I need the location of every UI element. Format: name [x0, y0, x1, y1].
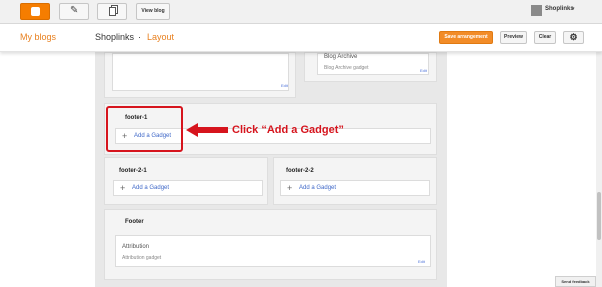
breadcrumb-separator: · [138, 32, 141, 42]
main-section: Edit [104, 52, 296, 98]
chevron-down-icon[interactable]: ▾ [572, 6, 575, 12]
attribution-gadget[interactable]: Attribution Attribution gadget Edit [115, 235, 431, 267]
blog-name: Shoplinks [95, 32, 135, 42]
gadget-type: Attribution gadget [122, 255, 162, 261]
blog-archive-gadget[interactable]: Blog Archive Blog Archive gadget Edit [317, 53, 429, 75]
scrollbar-thumb[interactable] [597, 192, 601, 240]
page-header: My blogs Shoplinks · Layout Save arrange… [0, 24, 602, 52]
top-bar: ✎ View blog Shoplinks ▾ [0, 0, 602, 24]
section-title: footer-2-1 [119, 168, 147, 174]
highlight-box [106, 106, 183, 152]
send-feedback-button[interactable]: Send feedback [555, 276, 596, 287]
blogger-logo-button[interactable] [20, 3, 50, 20]
edit-link[interactable]: Edit [418, 259, 425, 264]
footer-2-2-section: footer-2-2 + Add a Gadget [273, 157, 437, 205]
pencil-icon: ✎ [70, 5, 79, 16]
scrollbar[interactable] [596, 52, 602, 287]
add-gadget-button[interactable]: + Add a Gadget [113, 180, 263, 196]
add-gadget-label[interactable]: Add a Gadget [132, 185, 169, 191]
add-gadget-button[interactable]: + Add a Gadget [280, 180, 430, 196]
gadget-name: Attribution [122, 244, 150, 250]
save-arrangement-button[interactable]: Save arrangement [439, 31, 493, 44]
gadget-card[interactable]: Edit [112, 53, 289, 91]
view-blog-button[interactable]: View blog [136, 3, 170, 20]
pages-button[interactable] [97, 3, 127, 20]
avatar[interactable] [531, 5, 542, 16]
section-title: footer-2-2 [286, 168, 314, 174]
gadget-name: Blog Archive [324, 54, 358, 60]
footer-2-1-section: footer-2-1 + Add a Gadget [104, 157, 268, 205]
page-title: Layout [147, 32, 175, 42]
clear-button[interactable]: Clear [534, 31, 556, 44]
user-name[interactable]: Shoplinks [545, 6, 574, 12]
edit-link[interactable]: Edit [420, 68, 427, 73]
pages-icon-front [109, 7, 116, 16]
new-post-button[interactable]: ✎ [59, 3, 89, 20]
plus-icon: + [287, 183, 293, 193]
callout-text: Click “Add a Gadget” [232, 124, 344, 136]
add-gadget-label[interactable]: Add a Gadget [299, 185, 336, 191]
arrow-icon [186, 123, 228, 137]
gadget-type: Blog Archive gadget [324, 65, 369, 71]
preview-button[interactable]: Preview [500, 31, 527, 44]
plus-icon: + [120, 183, 126, 193]
my-blogs-link[interactable]: My blogs [20, 32, 56, 42]
section-title: Footer [125, 219, 144, 225]
gear-icon[interactable]: ⚙ [563, 31, 584, 44]
footer-section: Footer Attribution Attribution gadget Ed… [104, 209, 437, 280]
sidebar-section: Blog Archive Blog Archive gadget Edit [304, 52, 437, 82]
blogger-logo-icon [31, 7, 40, 16]
edit-link[interactable]: Edit [281, 83, 288, 88]
